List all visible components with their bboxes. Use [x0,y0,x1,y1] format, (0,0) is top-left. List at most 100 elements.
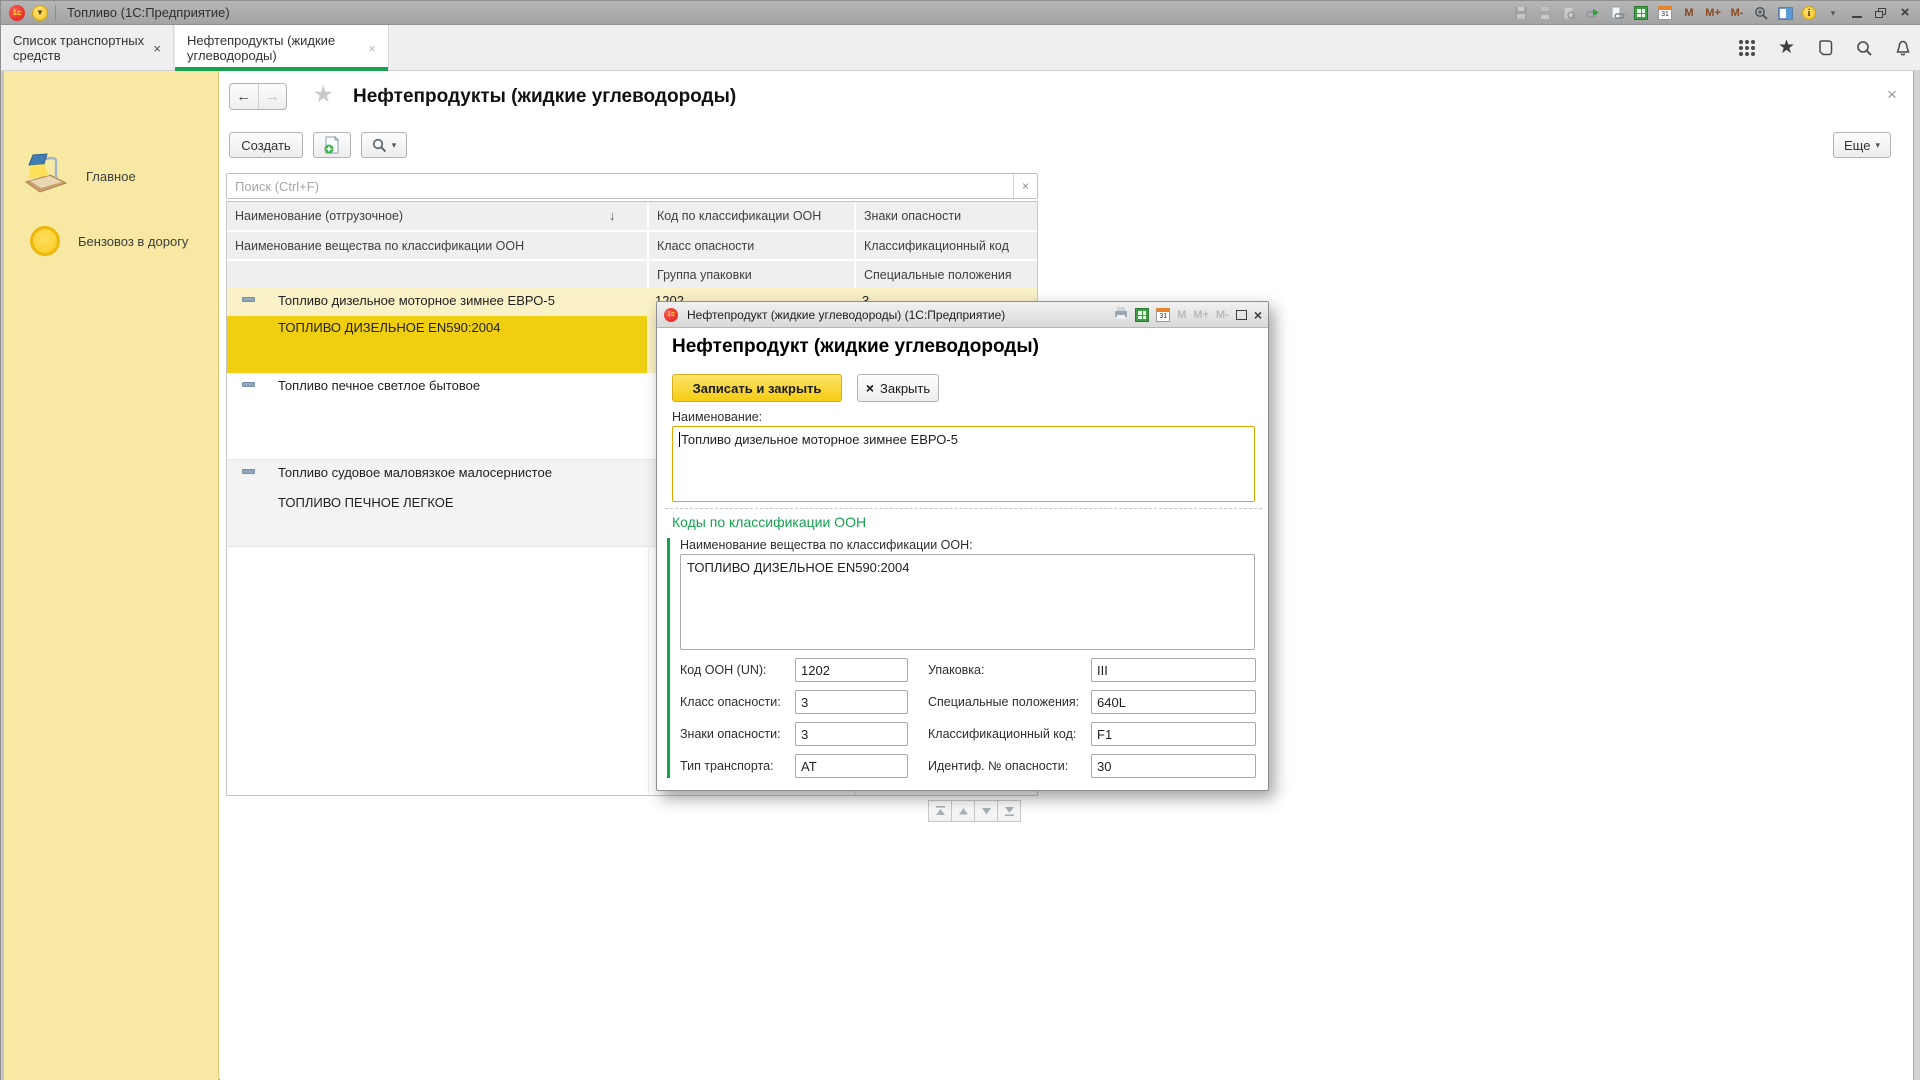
packing-input[interactable] [1091,658,1256,682]
classification-code-input[interactable] [1091,722,1256,746]
close-button[interactable]: ×Закрыть [857,374,939,402]
more-button[interactable]: Еще▾ [1833,132,1891,158]
close-window-button[interactable]: × [1897,5,1913,21]
list-pager [929,800,1021,822]
split-window-icon[interactable] [1777,5,1793,21]
un-name-label: Наименование вещества по классификации О… [680,538,973,552]
1c-logo-icon: 1с [664,308,678,322]
go-last-button[interactable] [997,800,1021,822]
row-un-name: ТОПЛИВО ПЕЧНОЕ ЛЕГКОЕ [278,495,454,510]
previous-page-button[interactable] [951,800,975,822]
desk-lamp-icon [22,152,68,201]
memory-add-button[interactable]: M+ [1705,5,1721,21]
column-header-name[interactable]: Наименование (отгрузочное)↓ [227,202,647,230]
tab-petroleum-products[interactable]: Нефтепродукты (жидкие углеводороды) × [175,25,389,71]
sidebar-item-label: Главное [86,169,136,184]
forward-button[interactable]: → [259,84,287,109]
tab-close-icon[interactable]: × [368,41,376,56]
notifications-bell-icon[interactable] [1895,40,1911,57]
back-button[interactable]: ← [230,84,259,109]
column-header-classification-code[interactable]: Классификационный код [856,232,1037,259]
history-icon[interactable] [1817,39,1834,57]
special-provisions-input[interactable] [1091,690,1256,714]
calendar-icon[interactable]: 31 [1657,5,1673,21]
tab-label: Список транспортных средств [13,33,145,63]
column-header-packing-group[interactable]: Группа упаковки [649,261,854,288]
column-header-un-name[interactable]: Наименование вещества по классификации О… [227,232,647,259]
list-item-dash-icon [242,469,255,474]
window-titlebar: 1с ▼ Топливо (1С:Предприятие) 31 M M+ M- [1,1,1920,25]
hazard-id-input[interactable] [1091,754,1256,778]
sidebar-item-main[interactable]: Главное [4,151,218,201]
item-dialog: 1с Нефтепродукт (жидкие углеводороды) (1… [656,301,1269,791]
info-icon[interactable]: i [1801,5,1817,21]
column-header-empty[interactable] [227,261,647,288]
column-header-special-provisions[interactable]: Специальные положения [856,261,1037,288]
memory-subtract-button[interactable]: M- [1729,5,1745,21]
print-icon[interactable] [1537,5,1553,21]
search-tool-button[interactable]: ▾ [361,132,407,158]
zoom-icon[interactable] [1753,5,1769,21]
danger-class-input[interactable] [795,690,908,714]
tab-bar: Список транспортных средств × Нефтепроду… [1,25,1920,71]
info-dropdown-icon[interactable]: ▾ [1825,5,1841,21]
create-button[interactable]: Создать [229,132,303,158]
close-form-icon[interactable]: × [1887,85,1897,105]
transport-type-input[interactable] [795,754,908,778]
column-header-danger-class[interactable]: Класс опасности [649,232,854,259]
go-first-button[interactable] [928,800,952,822]
memory-add-button[interactable]: M+ [1193,309,1209,321]
section-divider [665,508,1262,509]
tab-close-icon[interactable]: × [153,41,161,56]
save-and-close-button[interactable]: Записать и закрыть [672,374,842,402]
calculator-icon[interactable] [1135,308,1149,322]
add-to-favorites-star-icon[interactable]: ★ [313,81,334,108]
row-name: Топливо дизельное моторное зимнее ЕВРО-5 [278,293,555,308]
sidebar: Главное Бензовоз в дорогу [4,71,219,1080]
field-label: Знаки опасности: [680,727,781,741]
list-item-dash-icon [242,382,255,387]
window-frame-right [1913,71,1920,1080]
go-to-link-icon[interactable] [1585,5,1601,21]
search-input[interactable] [227,174,1013,198]
dialog-titlebar[interactable]: 1с Нефтепродукт (жидкие углеводороды) (1… [657,302,1268,328]
dialog-window-title: Нефтепродукт (жидкие углеводороды) (1С:П… [687,308,1005,322]
list-item-dash-icon [242,297,255,302]
memory-recall-button[interactable]: M [1681,5,1697,21]
column-header-un-code[interactable]: Код по классификации ООН [649,202,854,230]
print-preview-icon[interactable] [1561,5,1577,21]
name-label: Наименование: [672,410,762,424]
search-box: × [226,173,1038,199]
calendar-icon[interactable]: 31 [1156,308,1170,322]
restore-button[interactable] [1873,5,1889,21]
1c-logo-icon: 1с [9,5,25,21]
create-new-item-icon-button[interactable] [313,132,351,158]
field-row: Класс опасности: Специальные положения: [657,690,1270,714]
field-label: Специальные положения: [928,695,1079,709]
close-dialog-button[interactable]: × [1254,307,1262,323]
tab-vehicle-list[interactable]: Список транспортных средств × [1,25,174,71]
maximize-dialog-button[interactable] [1236,310,1247,320]
memory-subtract-button[interactable]: M- [1216,309,1229,321]
clear-search-icon[interactable]: × [1013,174,1037,198]
calculator-icon[interactable] [1633,5,1649,21]
save-icon[interactable] [1513,5,1529,21]
memory-recall-button[interactable]: M [1177,309,1186,321]
favorites-star-icon[interactable]: ★ [1778,39,1795,57]
name-textarea[interactable]: Топливо дизельное моторное зимнее ЕВРО-5 [672,426,1255,502]
print-icon[interactable] [1114,306,1128,325]
window-title: Топливо (1С:Предприятие) [67,5,230,20]
sidebar-item-tanker[interactable]: Бензовоз в дорогу [4,219,218,263]
column-header-danger-signs[interactable]: Знаки опасности [856,202,1037,230]
un-code-input[interactable] [795,658,908,682]
un-name-textarea[interactable]: ТОПЛИВО ДИЗЕЛЬНОЕ EN590:2004 [680,554,1255,650]
minimize-button[interactable] [1849,5,1865,21]
field-label: Упаковка: [928,663,984,677]
all-sections-icon[interactable] [1738,39,1756,57]
subsystem-circle-icon [30,226,60,256]
get-link-icon[interactable] [1609,5,1625,21]
search-icon[interactable] [1856,40,1873,57]
main-menu-button[interactable]: ▼ [32,5,48,21]
next-page-button[interactable] [974,800,998,822]
danger-signs-input[interactable] [795,722,908,746]
